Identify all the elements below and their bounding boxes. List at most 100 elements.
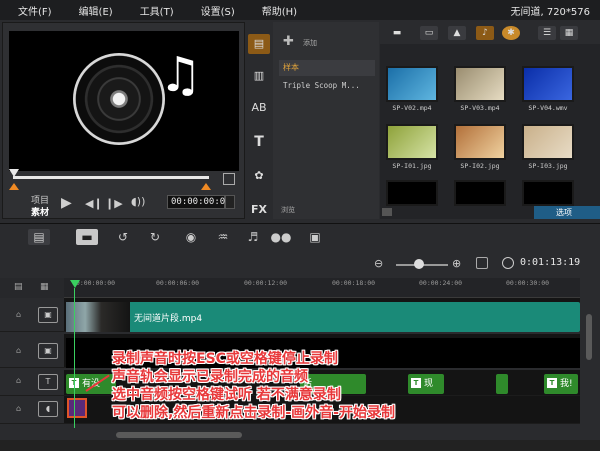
- title-badge-icon: T: [411, 378, 421, 388]
- playhead[interactable]: [70, 280, 80, 288]
- thumbnail-audio-1[interactable]: [386, 180, 438, 206]
- timeline-horizontal-scrollbar[interactable]: [116, 432, 242, 438]
- video-clip[interactable]: 无间道片段.mp4: [66, 302, 580, 332]
- library-scroll-handle[interactable]: [382, 208, 392, 216]
- zoom-in-icon[interactable]: ⊕: [452, 257, 461, 270]
- voice-track-icon[interactable]: ◖: [38, 401, 58, 417]
- folder-icon[interactable]: ▬: [388, 26, 406, 40]
- menu-settings[interactable]: 设置(S): [183, 3, 244, 18]
- list-view-icon[interactable]: ☰: [538, 26, 556, 40]
- timecode-spinner[interactable]: [225, 195, 235, 209]
- mode-clip-label[interactable]: 素材: [31, 205, 49, 218]
- menu-file[interactable]: 文件(F): [0, 3, 61, 18]
- volume-icon[interactable]: ◖)): [131, 195, 145, 208]
- lock-icon[interactable]: ⌂: [16, 404, 21, 413]
- zoom-out-icon[interactable]: ⊖: [374, 257, 383, 270]
- ruler-tick: 00:00:12:00: [244, 279, 288, 287]
- redo-icon[interactable]: ↻: [144, 229, 166, 245]
- thumbnail-sp-v02[interactable]: [386, 66, 438, 102]
- menu-tools[interactable]: 工具(T): [122, 3, 183, 18]
- thumbnail-audio-3[interactable]: [522, 180, 574, 206]
- video-track-icon[interactable]: ▣: [38, 307, 58, 323]
- title-clip[interactable]: T 我!: [544, 374, 578, 394]
- sound-mixer-icon[interactable]: ♒: [212, 229, 234, 245]
- sort-icon[interactable]: ✱: [502, 26, 520, 40]
- prev-frame-icon[interactable]: ◀❙: [85, 197, 103, 210]
- graphic-icon[interactable]: ✿: [248, 166, 270, 186]
- voice-track-header: ⌂ ◖: [0, 396, 64, 424]
- playhead-line: [74, 288, 75, 428]
- scrubber-track[interactable]: [13, 176, 209, 179]
- transition-icon[interactable]: AB: [248, 98, 270, 118]
- title-clip-label: 现: [424, 379, 434, 389]
- library-folder-panel: ✚ 添加 样本 Triple Scoop M... 浏览: [273, 22, 379, 219]
- media-icon[interactable]: ▤: [248, 34, 270, 54]
- enlarge-preview-icon[interactable]: [223, 173, 235, 185]
- thumbnail-sp-i01[interactable]: [386, 124, 438, 160]
- library-content: ▬ ▭ ▲ ♪ ✱ ☰ ▦ SP-V02.mp4 SP-V03.mp4 SP-V…: [380, 22, 600, 219]
- mark-out-handle[interactable]: [201, 183, 211, 190]
- recorded-audio-clip[interactable]: [67, 398, 87, 418]
- play-icon[interactable]: ▶: [61, 195, 72, 211]
- lock-icon[interactable]: ⌂: [16, 346, 21, 355]
- subtitle-editor-icon[interactable]: ▣: [304, 229, 326, 245]
- chapter-icon[interactable]: ▦: [40, 282, 49, 292]
- folder-item-samples[interactable]: 样本: [279, 60, 375, 76]
- preview-timecode[interactable]: 00:00:00:00: [167, 195, 231, 209]
- record-capture-icon[interactable]: ◉: [180, 229, 202, 245]
- menu-bar: 文件(F) 编辑(E) 工具(T) 设置(S) 帮助(H) 无间道, 720*5…: [0, 0, 600, 20]
- overlay-track-header: ⌂ ▣: [0, 334, 64, 368]
- show-photo-icon[interactable]: ▲: [448, 26, 466, 40]
- title-icon[interactable]: T: [248, 132, 270, 152]
- folder-item-triple-scoop[interactable]: Triple Scoop M...: [279, 78, 375, 94]
- thumbnail-sp-v03[interactable]: [454, 66, 506, 102]
- filter-icon[interactable]: FX: [248, 200, 270, 220]
- auto-music-icon[interactable]: ♬: [242, 229, 264, 245]
- timeline-view-icon[interactable]: ▬: [76, 229, 98, 245]
- ruler-tick: 00:00:24:00: [419, 279, 463, 287]
- speaker-disc-image: [73, 53, 165, 145]
- overlay-track-icon[interactable]: ▣: [38, 343, 58, 359]
- lock-icon[interactable]: ⌂: [16, 310, 21, 319]
- thumbnail-audio-2[interactable]: [454, 180, 506, 206]
- undo-icon[interactable]: ↺: [112, 229, 134, 245]
- title-track-icon[interactable]: T: [38, 374, 58, 390]
- mark-in-handle[interactable]: [9, 183, 19, 190]
- menu-help[interactable]: 帮助(H): [244, 3, 306, 18]
- show-audio-icon[interactable]: ♪: [476, 26, 494, 40]
- title-track-header: ⌂ T: [0, 370, 64, 396]
- thumbnail-sp-i02[interactable]: [454, 124, 506, 160]
- track-manager-icon[interactable]: ▤: [14, 282, 23, 292]
- fit-project-icon[interactable]: [476, 257, 488, 269]
- music-note-icon: ♫: [159, 47, 203, 103]
- instant-project-icon[interactable]: ▥: [248, 66, 270, 86]
- storyboard-view-icon[interactable]: ▤: [28, 229, 50, 245]
- lock-icon[interactable]: ⌂: [16, 376, 21, 385]
- browse-button[interactable]: 浏览: [281, 205, 295, 215]
- clock-icon: [502, 257, 514, 269]
- menu-edit[interactable]: 编辑(E): [61, 3, 122, 18]
- show-video-icon[interactable]: ▭: [420, 26, 438, 40]
- options-button[interactable]: 选项: [534, 206, 600, 219]
- annotation-line: 声音轨会显示已录制完成的音频: [112, 369, 308, 385]
- title-clip[interactable]: [496, 374, 508, 394]
- timeline-vertical-scrollbar[interactable]: [586, 314, 592, 360]
- title-clip[interactable]: T现: [408, 374, 444, 394]
- thumbnail-label: SP-V02.mp4: [392, 104, 432, 112]
- add-folder-icon[interactable]: ✚: [283, 34, 294, 49]
- thumbnail-sp-i03[interactable]: [522, 124, 574, 160]
- ruler-head: ▤ ▦: [0, 278, 64, 298]
- timeline-ruler[interactable]: 00:00:00:00 00:00:06:00 00:00:12:00 00:0…: [64, 278, 580, 298]
- thumbnail-sp-v04[interactable]: [522, 66, 574, 102]
- timeline-timecode[interactable]: 0:01:13:19: [520, 257, 580, 268]
- grid-view-icon[interactable]: ▦: [560, 26, 578, 40]
- add-folder-label[interactable]: 添加: [303, 38, 317, 48]
- next-frame-icon[interactable]: ❙▶: [105, 197, 123, 210]
- bottom-bar: [0, 440, 600, 451]
- zoom-slider-knob[interactable]: [414, 259, 424, 269]
- ruler-tick: 00:00:18:00: [332, 279, 376, 287]
- motion-track-icon[interactable]: ●●: [270, 229, 292, 245]
- thumbnail-label: SP-V03.mp4: [460, 104, 500, 112]
- title-clip-label: 我!: [560, 379, 573, 389]
- timeline-toolbar: ▤ ▬ ↺ ↻ ◉ ♒ ♬ ●● ▣: [0, 223, 600, 249]
